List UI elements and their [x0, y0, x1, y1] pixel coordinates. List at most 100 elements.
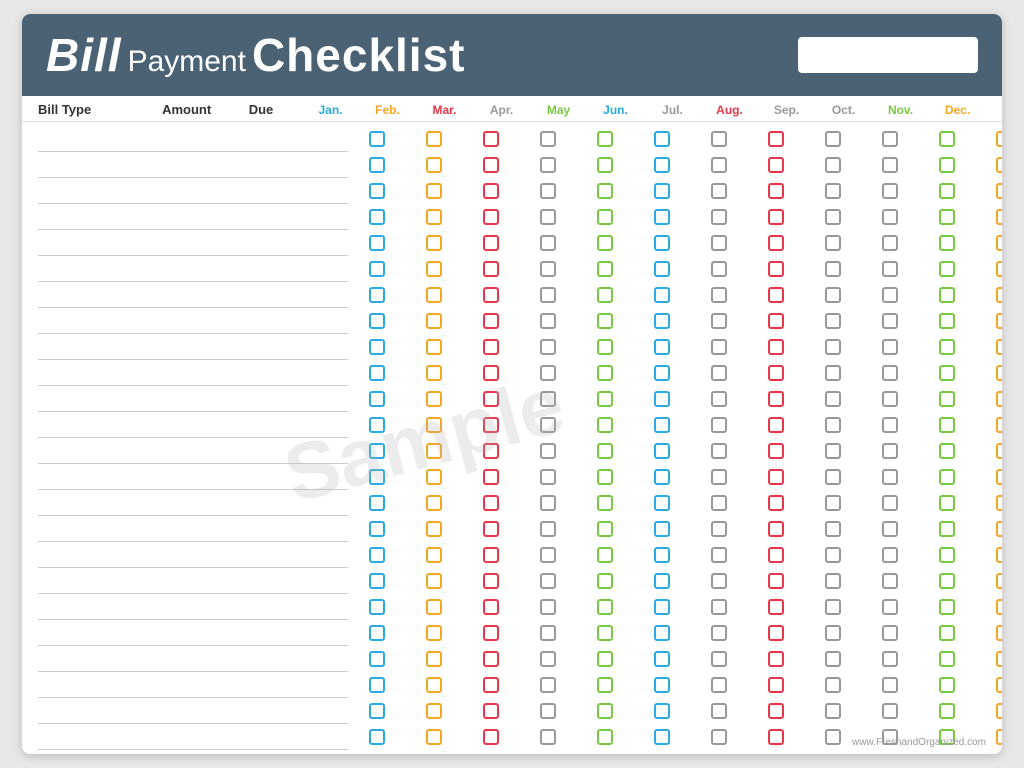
checkbox[interactable] — [711, 339, 727, 355]
checkbox[interactable] — [711, 183, 727, 199]
checkbox[interactable] — [768, 469, 784, 485]
checkbox[interactable] — [939, 339, 955, 355]
checkbox[interactable] — [597, 131, 613, 147]
checkbox[interactable] — [540, 287, 556, 303]
checkbox[interactable] — [825, 417, 841, 433]
checkbox[interactable] — [426, 287, 442, 303]
checkbox[interactable] — [654, 235, 670, 251]
checkbox[interactable] — [825, 261, 841, 277]
checkbox[interactable] — [540, 703, 556, 719]
checkbox[interactable] — [540, 157, 556, 173]
checkbox[interactable] — [597, 235, 613, 251]
checkbox[interactable] — [369, 651, 385, 667]
checkbox[interactable] — [768, 287, 784, 303]
checkbox[interactable] — [882, 469, 898, 485]
checkbox[interactable] — [540, 183, 556, 199]
checkbox[interactable] — [654, 599, 670, 615]
checkbox[interactable] — [882, 261, 898, 277]
checkbox[interactable] — [483, 391, 499, 407]
checkbox[interactable] — [939, 495, 955, 511]
checkbox[interactable] — [426, 469, 442, 485]
checkbox[interactable] — [711, 417, 727, 433]
checkbox[interactable] — [711, 469, 727, 485]
checkbox[interactable] — [711, 573, 727, 589]
checkbox[interactable] — [483, 625, 499, 641]
checkbox[interactable] — [768, 365, 784, 381]
checkbox[interactable] — [768, 677, 784, 693]
checkbox[interactable] — [483, 235, 499, 251]
checkbox[interactable] — [540, 599, 556, 615]
checkbox[interactable] — [540, 209, 556, 225]
checkbox[interactable] — [483, 261, 499, 277]
checkbox[interactable] — [426, 677, 442, 693]
checkbox[interactable] — [939, 625, 955, 641]
checkbox[interactable] — [939, 131, 955, 147]
checkbox[interactable] — [369, 339, 385, 355]
checkbox[interactable] — [540, 131, 556, 147]
checkbox[interactable] — [939, 313, 955, 329]
checkbox[interactable] — [654, 625, 670, 641]
checkbox[interactable] — [996, 365, 1003, 381]
checkbox[interactable] — [711, 235, 727, 251]
checkbox[interactable] — [711, 131, 727, 147]
checkbox[interactable] — [996, 521, 1003, 537]
checkbox[interactable] — [426, 547, 442, 563]
checkbox[interactable] — [768, 547, 784, 563]
checkbox[interactable] — [540, 573, 556, 589]
checkbox[interactable] — [939, 261, 955, 277]
checkbox[interactable] — [369, 573, 385, 589]
checkbox[interactable] — [540, 313, 556, 329]
checkbox[interactable] — [939, 183, 955, 199]
checkbox[interactable] — [768, 131, 784, 147]
checkbox[interactable] — [654, 313, 670, 329]
checkbox[interactable] — [540, 261, 556, 277]
checkbox[interactable] — [483, 417, 499, 433]
checkbox[interactable] — [654, 495, 670, 511]
checkbox[interactable] — [597, 703, 613, 719]
checkbox[interactable] — [711, 521, 727, 537]
checkbox[interactable] — [426, 209, 442, 225]
checkbox[interactable] — [483, 521, 499, 537]
checkbox[interactable] — [711, 365, 727, 381]
checkbox[interactable] — [768, 495, 784, 511]
checkbox[interactable] — [369, 287, 385, 303]
checkbox[interactable] — [825, 157, 841, 173]
checkbox[interactable] — [369, 365, 385, 381]
checkbox[interactable] — [768, 235, 784, 251]
checkbox[interactable] — [369, 131, 385, 147]
checkbox[interactable] — [768, 573, 784, 589]
checkbox[interactable] — [996, 625, 1003, 641]
checkbox[interactable] — [825, 469, 841, 485]
checkbox[interactable] — [654, 521, 670, 537]
checkbox[interactable] — [996, 261, 1003, 277]
checkbox[interactable] — [882, 703, 898, 719]
checkbox[interactable] — [426, 599, 442, 615]
checkbox[interactable] — [483, 339, 499, 355]
checkbox[interactable] — [426, 313, 442, 329]
checkbox[interactable] — [483, 157, 499, 173]
checkbox[interactable] — [939, 547, 955, 563]
checkbox[interactable] — [540, 391, 556, 407]
checkbox[interactable] — [597, 573, 613, 589]
checkbox[interactable] — [939, 573, 955, 589]
checkbox[interactable] — [768, 313, 784, 329]
checkbox[interactable] — [882, 677, 898, 693]
checkbox[interactable] — [597, 313, 613, 329]
checkbox[interactable] — [711, 677, 727, 693]
checkbox[interactable] — [369, 547, 385, 563]
checkbox[interactable] — [369, 235, 385, 251]
checkbox[interactable] — [996, 651, 1003, 667]
checkbox[interactable] — [597, 365, 613, 381]
checkbox[interactable] — [483, 599, 499, 615]
checkbox[interactable] — [711, 261, 727, 277]
checkbox[interactable] — [540, 729, 556, 745]
checkbox[interactable] — [939, 287, 955, 303]
checkbox[interactable] — [825, 599, 841, 615]
checkbox[interactable] — [369, 521, 385, 537]
checkbox[interactable] — [882, 131, 898, 147]
checkbox[interactable] — [825, 235, 841, 251]
checkbox[interactable] — [768, 391, 784, 407]
checkbox[interactable] — [654, 677, 670, 693]
checkbox[interactable] — [597, 495, 613, 511]
checkbox[interactable] — [825, 287, 841, 303]
